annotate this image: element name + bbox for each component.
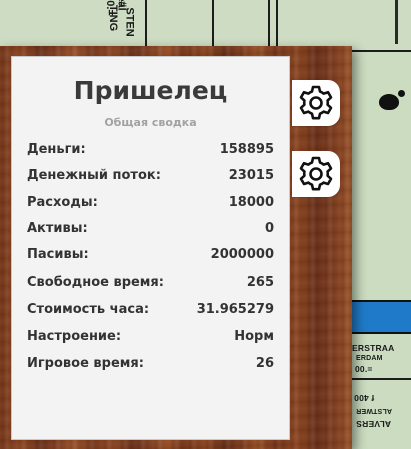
stat-row-liabilities: Пасивы: 2000000 bbox=[27, 245, 274, 263]
stat-value: 2000000 bbox=[210, 246, 274, 262]
gear-icon bbox=[299, 156, 333, 191]
player-name: Пришелец bbox=[73, 76, 228, 105]
stat-row-assets: Активы: 0 bbox=[27, 219, 274, 237]
summary-subtitle: Общая сводка bbox=[104, 116, 197, 129]
gear-icon bbox=[299, 85, 333, 120]
stat-label: Настроение: bbox=[27, 328, 122, 344]
board-divider bbox=[276, 0, 278, 48]
stat-value: 0 bbox=[264, 220, 274, 236]
stat-row-hour-cost: Стоимость часа: 31.965279 bbox=[27, 300, 274, 318]
stat-row-money: Деньги: 158895 bbox=[27, 140, 274, 158]
stat-label: Расходы: bbox=[27, 194, 98, 210]
stat-label: Активы: bbox=[27, 220, 88, 236]
stat-value: 31.965279 bbox=[196, 301, 274, 317]
stat-row-cashflow: Денежный поток: 23015 bbox=[27, 166, 274, 184]
stat-value: Норм bbox=[234, 328, 274, 344]
player-summary-card: Пришелец Общая сводка Деньги: 158895 Ден… bbox=[11, 56, 290, 440]
stat-value: 265 bbox=[246, 274, 274, 290]
stat-row-mood: Настроение: Норм bbox=[27, 327, 274, 345]
board-divider bbox=[268, 0, 270, 48]
board-tile-text: f 400 bbox=[354, 393, 375, 403]
settings-button-secondary[interactable] bbox=[292, 151, 340, 197]
stat-label: Денежный поток: bbox=[27, 167, 161, 183]
board-divider bbox=[212, 0, 214, 48]
board-divider bbox=[347, 378, 411, 380]
board-divider bbox=[395, 0, 398, 44]
stat-row-free-time: Свободное время: 265 bbox=[27, 273, 274, 291]
stat-label: Деньги: bbox=[27, 141, 86, 157]
stat-label: Пасивы: bbox=[27, 246, 89, 262]
stat-label: Свободное время: bbox=[27, 274, 164, 290]
board-top-row bbox=[0, 0, 411, 50]
token-dot bbox=[398, 90, 405, 97]
stat-value: 18000 bbox=[228, 194, 274, 210]
board-tile-text: ERDAM bbox=[356, 355, 383, 362]
board-tile-text: 0.= bbox=[103, 0, 116, 16]
board-divider bbox=[145, 0, 147, 48]
board-tile-text: eal bbox=[115, 0, 128, 11]
board-divider bbox=[347, 50, 411, 52]
board-tile-text: STEN bbox=[123, 7, 136, 37]
stat-label: Игровое время: bbox=[27, 355, 144, 371]
board-tile-text: ALSTWER bbox=[356, 407, 393, 414]
board-tile-text: ERSTRAA bbox=[352, 343, 395, 353]
stat-row-game-time: Игровое время: 26 bbox=[27, 354, 274, 372]
token-icon bbox=[379, 94, 399, 110]
stat-row-expenses: Расходы: 18000 bbox=[27, 193, 274, 211]
property-color-strip bbox=[346, 300, 411, 334]
stat-label: Стоимость часа: bbox=[27, 301, 150, 317]
board-tile-text: ALVERS bbox=[356, 419, 392, 429]
settings-button[interactable] bbox=[292, 80, 340, 126]
stat-value: 26 bbox=[255, 355, 274, 371]
board-tile-text: 00.= bbox=[355, 364, 373, 374]
stat-value: 23015 bbox=[228, 167, 274, 183]
stat-value: 158895 bbox=[219, 141, 274, 157]
